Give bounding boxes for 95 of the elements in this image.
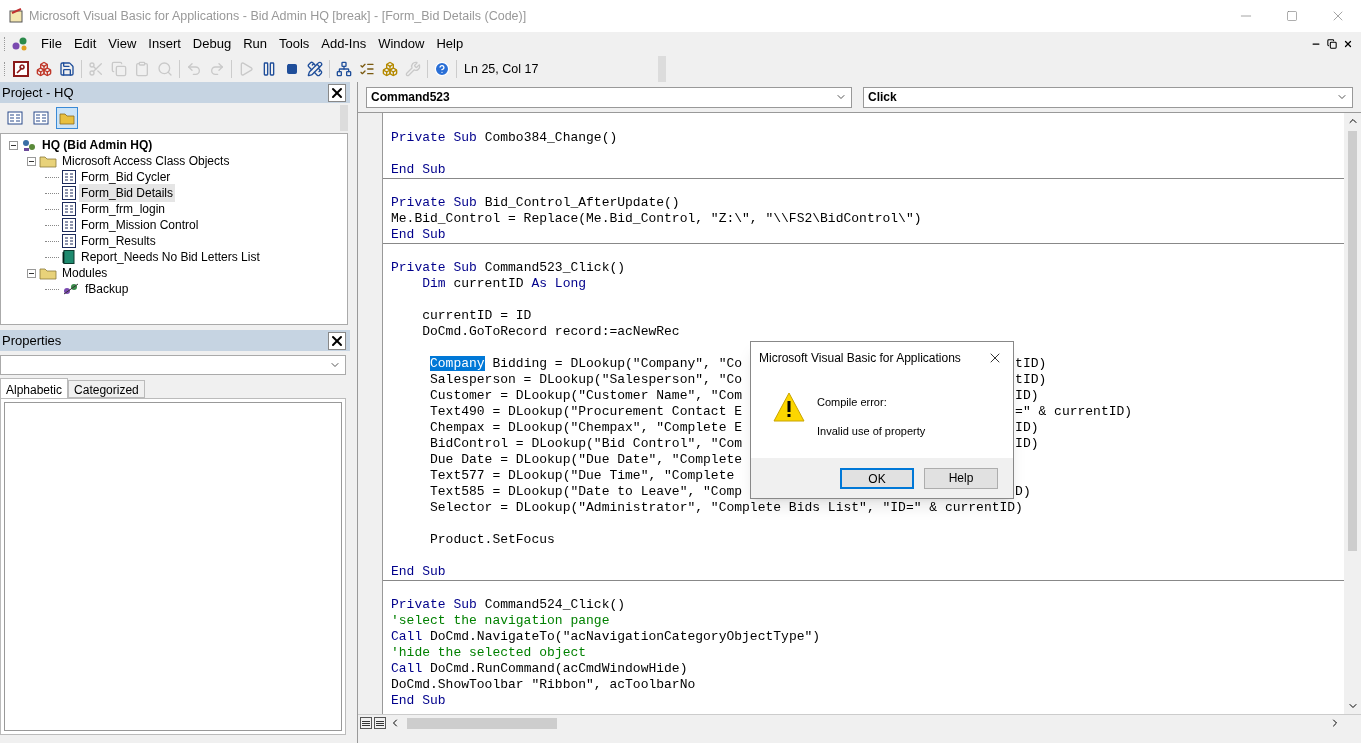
- error-message: Invalid use of property: [817, 423, 926, 439]
- code-line: tID): [1015, 356, 1047, 372]
- form-icon: [62, 234, 76, 248]
- code-line: DoCmd.ShowToolbar "Ribbon", acToolbarNo: [391, 677, 696, 693]
- procedure-dropdown[interactable]: Click: [863, 86, 1353, 108]
- code-line: currentID = ID: [421, 308, 532, 324]
- expand-toggle[interactable]: [27, 268, 36, 278]
- dialog-button[interactable]: Help: [924, 467, 998, 489]
- code-line: Chempax = DLookup("Chempax", "Complete E: [429, 420, 743, 435]
- tree-item[interactable]: Form_Bid Cycler: [79, 168, 173, 186]
- code-line: 'select the navigation pange: [391, 613, 610, 629]
- project-icon: [21, 137, 37, 153]
- code-line: Me.Bid_Control = Replace(Me.Bid_Control, "Z:\", "\\FS2\BidControl\"): [391, 211, 922, 227]
- object-dropdown[interactable]: Command523: [366, 86, 852, 108]
- code-line: tID): [1015, 372, 1047, 388]
- code-line: Private Sub Command524_Click(): [391, 597, 626, 613]
- code-line: Text577 = DLookup("Due Time", "Complete: [429, 468, 735, 484]
- form-icon: [62, 202, 76, 216]
- code-line: ID): [1015, 388, 1039, 404]
- menu-item[interactable]: Edit: [67, 34, 103, 54]
- panel-title: Project - HQ: [2, 83, 74, 102]
- menu-item[interactable]: View: [102, 34, 143, 54]
- view-module-button[interactable]: [374, 717, 386, 729]
- code-line: Company Bidding = DLookup("Company", "Co: [429, 356, 743, 371]
- code-line: ID): [1015, 436, 1039, 452]
- tab[interactable]: Categorized: [68, 380, 145, 398]
- tree-item[interactable]: Microsoft Access Class Objects: [60, 152, 232, 170]
- close-icon[interactable]: [328, 83, 346, 102]
- code-line: Text585 = DLookup("Date to Leave", "Comp: [429, 484, 743, 499]
- close-icon[interactable]: [1343, 39, 1353, 49]
- panel-title: Properties: [2, 331, 62, 350]
- maximize-icon[interactable]: [1286, 10, 1298, 22]
- view-code-button[interactable]: [360, 717, 372, 729]
- code-line: Customer = DLookup("Customer Name", "Com: [429, 388, 743, 403]
- tree-item[interactable]: Form_frm_login: [79, 200, 168, 218]
- cursor-position: Ln 25, Col 17: [464, 60, 539, 78]
- tree-item[interactable]: HQ (Bid Admin HQ): [40, 136, 155, 154]
- tab[interactable]: Alphabetic: [0, 378, 69, 398]
- code-line: Salesperson = DLookup("Salesperson", "Co: [429, 372, 743, 387]
- menu-item[interactable]: Window: [372, 34, 431, 54]
- menu-item[interactable]: Help: [430, 34, 470, 54]
- error-heading: Compile error:: [817, 395, 888, 410]
- code-line: 'hide the selected object: [391, 645, 587, 661]
- dialog-title: Microsoft Visual Basic for Applications: [759, 350, 961, 367]
- warning-icon: [773, 392, 805, 422]
- code-line: BidControl = DLookup("Bid Control", "Com: [429, 436, 743, 451]
- tree-item[interactable]: Modules: [60, 264, 110, 282]
- code-line: Call DoCmd.NavigateTo("acNavigationCategoryObjectType"): [391, 629, 821, 645]
- expand-toggle[interactable]: [27, 156, 36, 166]
- menu-item[interactable]: Add-Ins: [315, 34, 373, 54]
- tree-item[interactable]: Form_Results: [79, 232, 158, 250]
- module-icon: [62, 282, 80, 296]
- expand-toggle[interactable]: [9, 140, 18, 150]
- tree-item[interactable]: Report_Needs No Bid Letters List: [79, 248, 262, 266]
- form-icon: [62, 170, 76, 184]
- tree-item[interactable]: Form_Mission Control: [79, 216, 201, 234]
- code-line: Private Sub Command523_Click(): [391, 260, 626, 276]
- code-line: Private Sub Combo384_Change(): [391, 130, 618, 146]
- code-line: ID): [1015, 420, 1039, 436]
- menu-item[interactable]: File: [35, 34, 68, 54]
- code-line: Text490 = DLookup("Procurement Contact E: [429, 404, 743, 419]
- code-line: End Sub: [391, 564, 446, 580]
- code-line: D): [1015, 484, 1031, 500]
- window-title: Microsoft Visual Basic for Applications - Bid Admin HQ [break] - [Form_Bid Details (Code)]: [29, 7, 527, 25]
- toggle-folders-button[interactable]: [56, 107, 78, 129]
- dialog-button[interactable]: OK: [840, 467, 914, 489]
- code-line: Call DoCmd.RunCommand(acCmdWindowHide): [391, 661, 688, 677]
- code-line: Selector = DLookup("Administrator", "Complete Bids List", "ID=" & currentID): [429, 500, 1023, 516]
- menu-item[interactable]: Run: [237, 34, 273, 54]
- code-editor[interactable]: [383, 113, 1344, 714]
- code-line: End Sub: [391, 162, 446, 178]
- app-icon: [9, 8, 25, 24]
- vba-icon: [11, 35, 29, 53]
- code-line: End Sub: [391, 227, 446, 243]
- code-line: Dim currentID As Long: [421, 276, 587, 292]
- code-line: Due Date = DLookup("Due Date", "Complete: [429, 452, 743, 468]
- menu-item[interactable]: Tools: [273, 34, 316, 54]
- close-icon[interactable]: [328, 331, 346, 350]
- tree-item[interactable]: Form_Bid Details: [79, 184, 176, 202]
- tree-item[interactable]: fBackup: [83, 280, 131, 298]
- form-icon: [62, 186, 76, 200]
- form-icon: [62, 218, 76, 232]
- restore-icon[interactable]: [1327, 39, 1337, 49]
- code-line: Private Sub Bid_Control_AfterUpdate(): [391, 195, 680, 211]
- code-line: DoCmd.GoToRecord record:=acNewRec: [421, 324, 680, 340]
- folder-icon: [39, 154, 57, 168]
- report-icon: [62, 250, 76, 264]
- code-line: =" & currentID): [1015, 404, 1133, 420]
- menu-item[interactable]: Insert: [142, 34, 187, 54]
- folder-icon: [39, 266, 57, 280]
- key-icon[interactable]: [10, 58, 32, 80]
- menu-item[interactable]: Debug: [186, 34, 238, 54]
- object-dropdown[interactable]: [0, 355, 346, 375]
- code-line: Product.SetFocus: [429, 532, 555, 548]
- code-line: End Sub: [391, 693, 446, 709]
